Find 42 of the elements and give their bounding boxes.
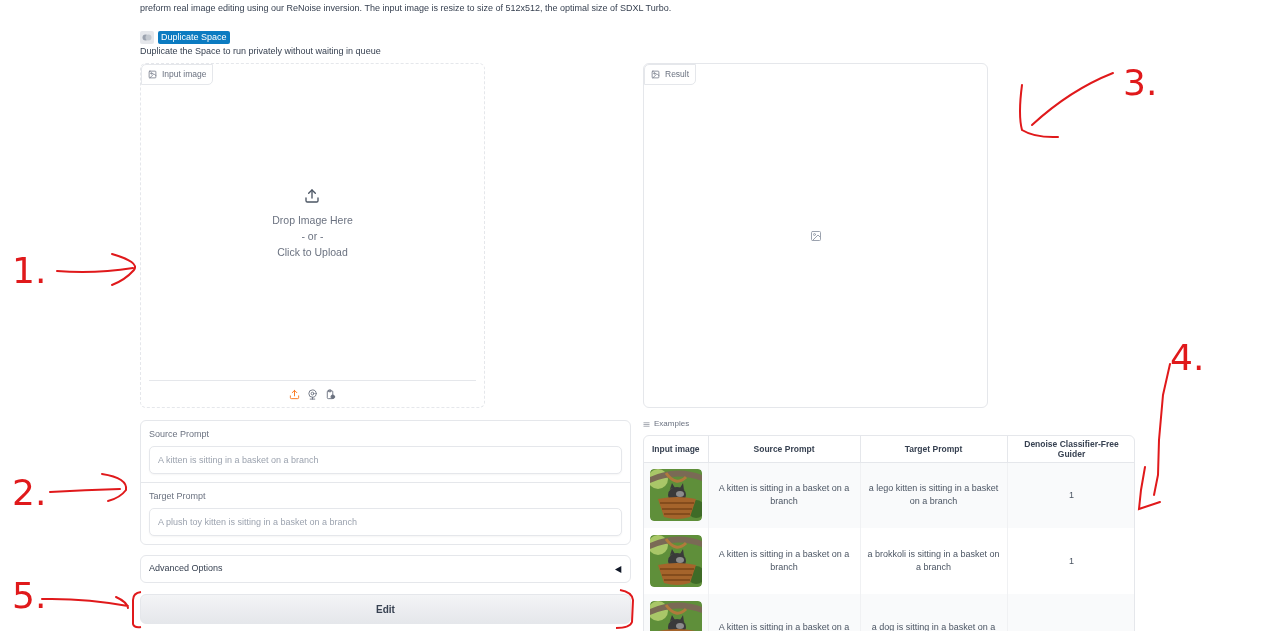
annotation-number: 5. [12, 575, 47, 616]
label-text: Result [665, 68, 690, 81]
advanced-options-toggle[interactable]: Advanced Options [140, 555, 631, 583]
field-label: Target Prompt [149, 490, 207, 502]
bracket-drawing [615, 589, 634, 629]
description-text: preform real image editing using our ReNoise inversion. The input image is resize to size of 512x512, the optimal size of SDXL Turbo. [140, 2, 673, 14]
annotation-number: 2. [12, 472, 47, 513]
or-text: - or - [301, 228, 324, 244]
annotation-number: 4. [1170, 337, 1205, 378]
table-cell: 1 [1069, 489, 1074, 500]
table-cell: 1 [1069, 555, 1074, 566]
annotation-number: 1. [12, 250, 47, 291]
prompt-field[interactable]: A kitten is sitting in a basket on a branch [149, 446, 622, 474]
duplicate-note: Duplicate the Space to run privately without waiting in queue [140, 45, 382, 57]
webcam-icon[interactable] [307, 388, 318, 400]
duplicate-icon [140, 31, 154, 44]
upload-icon [304, 187, 321, 204]
examples-label: Examples [654, 418, 690, 430]
duplicate-space-button[interactable]: Duplicate Space [158, 31, 230, 44]
image-dropzone[interactable]: Input image Drop Image Here - or - Click to Upload [140, 63, 485, 408]
image-placeholder-icon [809, 229, 822, 242]
image-icon [651, 69, 660, 79]
table-cell: a lego kitten is sitting in a basket on a branch [860, 462, 1007, 528]
table-cell: a dog is sitting in a basket on a [860, 594, 1007, 631]
prompt-field[interactable]: A plush toy kitten is sitting in a basket on a branch [149, 508, 622, 536]
label-text: Input image [162, 68, 207, 81]
column-header: Input image [644, 436, 708, 462]
upload-text: Click to Upload [277, 244, 348, 260]
column-header: Denoise Classifier-Free Guider [1007, 436, 1134, 462]
image-icon [148, 69, 157, 79]
clipboard-icon[interactable] [325, 388, 336, 400]
drop-text: Drop Image Here [272, 212, 353, 228]
annotation-number: 3. [1123, 62, 1158, 103]
upload-icon[interactable] [289, 388, 300, 400]
table-cell: A kitten is sitting in a basket on a branch [708, 462, 860, 528]
list-icon [643, 420, 650, 428]
column-header: Target Prompt [860, 436, 1007, 462]
table-cell: A kitten is sitting in a basket on a [708, 594, 860, 631]
field-label: Source Prompt [149, 428, 211, 440]
bracket-drawing [132, 591, 142, 629]
edit-button[interactable]: Edit [140, 594, 631, 624]
column-header: Source Prompt [708, 436, 860, 462]
